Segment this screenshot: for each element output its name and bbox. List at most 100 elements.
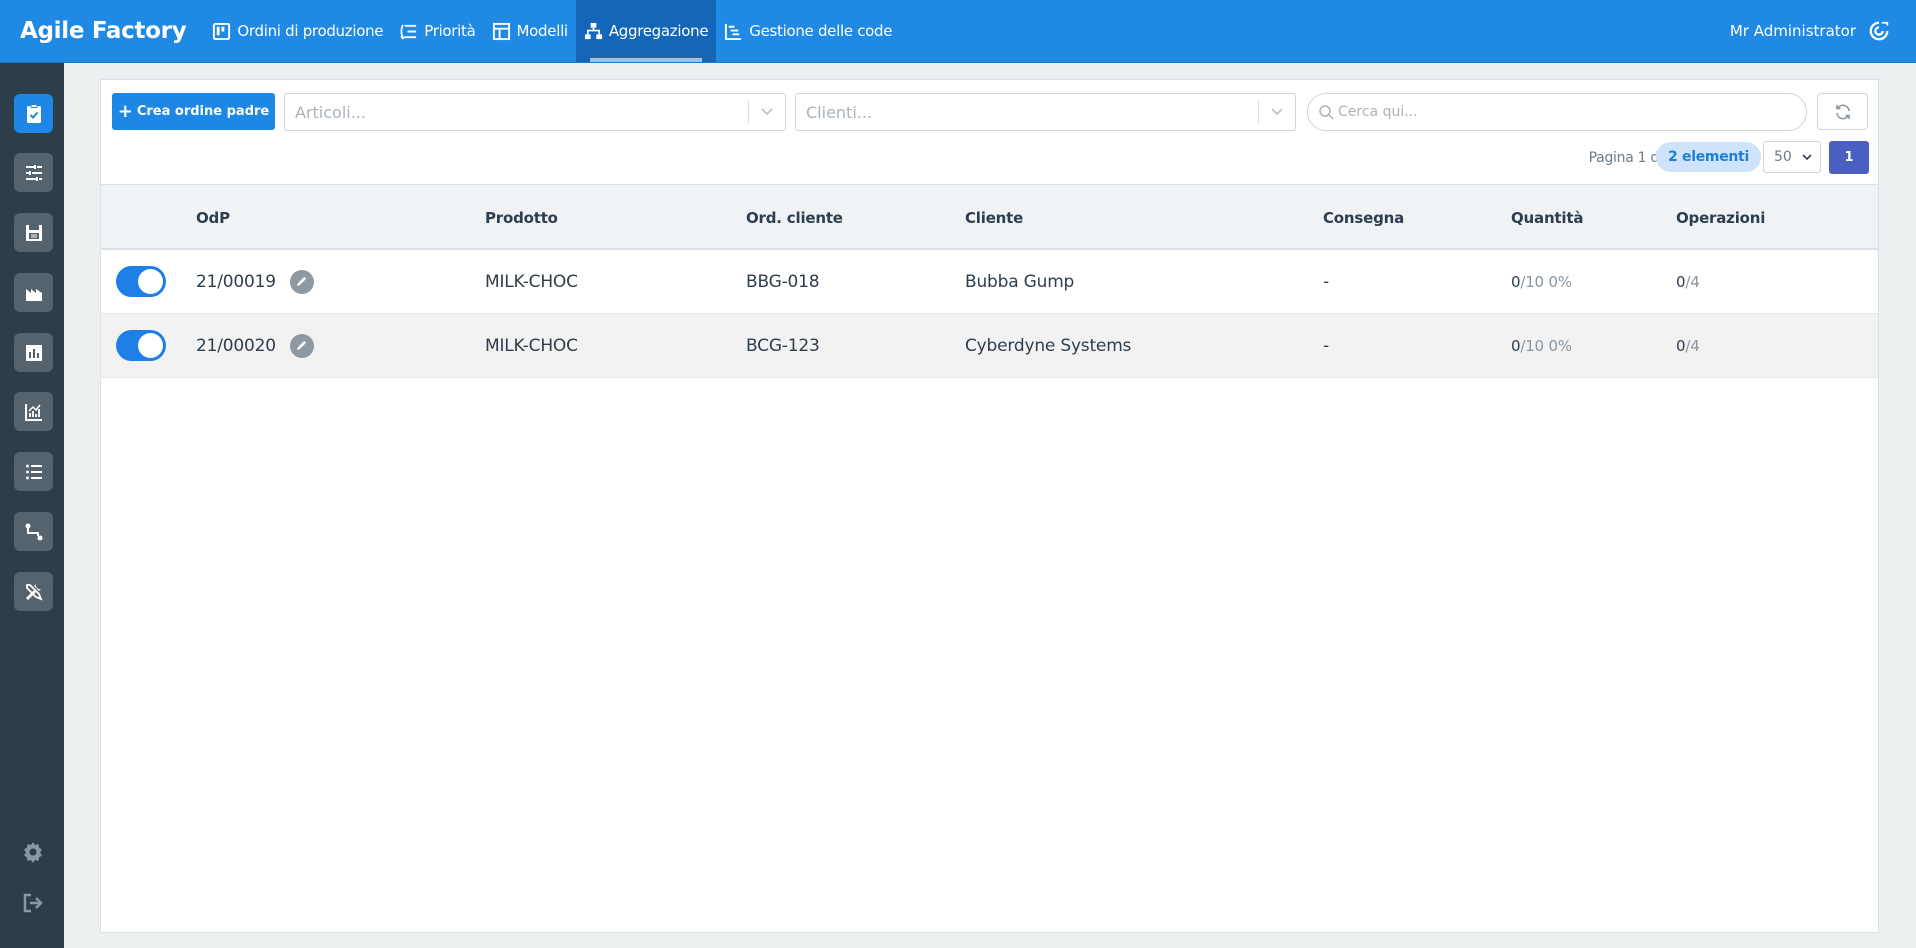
refresh-icon: [1835, 104, 1850, 119]
cell-consegna: -: [1323, 271, 1329, 292]
row-enable-toggle[interactable]: [116, 266, 166, 297]
logout-icon: [23, 893, 43, 913]
column-header-operazioni[interactable]: Operazioni: [1676, 185, 1765, 251]
user-area: Mr Administrator: [1730, 0, 1916, 62]
nav-label: Gestione delle code: [749, 22, 893, 40]
nav-item-priorita[interactable]: Priorità: [391, 0, 483, 62]
board-icon: [213, 22, 231, 40]
nav-item-modelli[interactable]: Modelli: [484, 0, 576, 62]
articoli-select[interactable]: Articoli...: [284, 93, 786, 131]
nav-label: Aggregazione: [608, 22, 709, 40]
nav-label: Modelli: [516, 22, 569, 40]
ops-done: 0: [1676, 336, 1686, 355]
sitemap-icon: [584, 22, 602, 39]
column-header-cliente[interactable]: Cliente: [965, 185, 1023, 251]
ops-total: /4: [1685, 336, 1700, 355]
cell-ord-cliente: BBG-018: [746, 271, 820, 292]
search-input[interactable]: [1338, 104, 1798, 120]
sidebar-item-list[interactable]: [14, 452, 53, 491]
pencil-icon: [297, 340, 307, 351]
edit-button[interactable]: [289, 269, 314, 294]
search-icon: [1319, 105, 1334, 120]
edit-button[interactable]: [289, 333, 314, 358]
column-header-consegna[interactable]: Consegna: [1323, 185, 1404, 251]
ops-total: /4: [1685, 272, 1700, 291]
line-chart-icon: [24, 403, 42, 421]
cell-prodotto: MILK-CHOC: [485, 335, 578, 356]
main-card: + Crea ordine padre Articoli... Clienti.…: [100, 79, 1879, 933]
cell-quantita: 0/10 0%: [1511, 250, 1572, 313]
chevron-down-icon: [1802, 153, 1812, 160]
cell-ord-cliente: BCG-123: [746, 335, 820, 356]
sidebar-item-factory[interactable]: [14, 273, 53, 312]
nav-item-ordini[interactable]: Ordini di produzione: [204, 0, 391, 62]
chevron-down-icon[interactable]: [1259, 108, 1295, 116]
column-header-prodotto[interactable]: Prodotto: [485, 185, 558, 251]
sidebar-item-bar-chart[interactable]: [14, 333, 53, 372]
plus-icon: +: [117, 100, 133, 122]
sliders-icon: [25, 164, 42, 181]
clienti-placeholder: Clienti...: [806, 102, 873, 122]
brand-swirl-icon[interactable]: [1868, 20, 1890, 42]
top-navbar: Agile Factory Ordini di produzione Prior…: [0, 0, 1916, 63]
column-header-odp[interactable]: OdP: [196, 185, 230, 251]
page-button-current[interactable]: 1: [1829, 141, 1869, 174]
toolbar: + Crea ordine padre Articoli... Clienti.…: [101, 80, 1878, 185]
table-header: OdP Prodotto Ord. cliente Cliente Conseg…: [101, 184, 1878, 250]
create-parent-order-button[interactable]: + Crea ordine padre: [112, 93, 275, 130]
create-button-label: Crea ordine padre: [136, 104, 270, 119]
bar-chart-icon: [25, 344, 42, 361]
column-header-ord-cliente[interactable]: Ord. cliente: [746, 185, 843, 251]
cell-operazioni: 0/4: [1676, 250, 1700, 313]
table-row[interactable]: 21/00019 MILK-CHOC BBG-018 Bubba Gump - …: [101, 250, 1878, 314]
search-box: [1307, 93, 1807, 131]
pencil-icon: [297, 276, 307, 287]
main-nav: Ordini di produzione Priorità Modelli Ag…: [204, 0, 900, 62]
ops-done: 0: [1676, 272, 1686, 291]
sidebar-item-settings-sliders[interactable]: [14, 153, 53, 192]
qty-total: /10 0%: [1520, 336, 1572, 355]
odp-value[interactable]: 21/00020: [196, 336, 276, 356]
per-page-select[interactable]: 50: [1763, 141, 1821, 173]
count-badge: 2 elementi: [1656, 142, 1761, 172]
cell-consegna: -: [1323, 335, 1329, 356]
articoli-placeholder: Articoli...: [295, 102, 366, 122]
priority-list-icon: [400, 24, 417, 40]
refresh-button[interactable]: [1817, 93, 1868, 130]
sidebar-item-orders[interactable]: [14, 94, 53, 133]
gantt-icon: [725, 23, 742, 40]
sidebar-item-tools[interactable]: [14, 572, 53, 611]
column-header-quantita[interactable]: Quantità: [1511, 185, 1583, 251]
sidebar-settings[interactable]: [19, 838, 47, 866]
nav-item-aggregazione[interactable]: Aggregazione: [575, 0, 717, 62]
nav-label: Ordini di produzione: [237, 22, 384, 40]
sidebar-logout[interactable]: [19, 889, 47, 917]
cell-operazioni: 0/4: [1676, 314, 1700, 377]
table-row[interactable]: 21/00020 MILK-CHOC BCG-123 Cyberdyne Sys…: [101, 314, 1878, 378]
qty-total: /10 0%: [1520, 272, 1572, 291]
gear-icon: [24, 842, 42, 863]
user-name[interactable]: Mr Administrator: [1730, 22, 1856, 40]
nav-item-code[interactable]: Gestione delle code: [716, 0, 900, 62]
per-page-value: 50: [1774, 149, 1792, 165]
qty-done: 0: [1511, 272, 1521, 291]
brand-logo[interactable]: Agile Factory: [0, 0, 204, 62]
cell-odp: 21/00019: [196, 250, 314, 313]
qty-done: 0: [1511, 336, 1521, 355]
factory-icon: [25, 288, 42, 301]
odp-value[interactable]: 21/00019: [196, 272, 276, 292]
clipboard-check-icon: [26, 103, 41, 123]
list-icon: [25, 464, 42, 479]
row-enable-toggle[interactable]: [116, 330, 166, 361]
nav-label: Priorità: [424, 22, 476, 40]
sidebar-item-line-chart[interactable]: [14, 392, 53, 431]
cell-odp: 21/00020: [196, 314, 314, 377]
cell-prodotto: MILK-CHOC: [485, 271, 578, 292]
clienti-select[interactable]: Clienti...: [795, 93, 1296, 131]
cell-quantita: 0/10 0%: [1511, 314, 1572, 377]
sidebar-item-calendar[interactable]: [14, 213, 53, 252]
tools-icon: [25, 583, 43, 601]
sidebar: [0, 63, 64, 948]
sidebar-item-route[interactable]: [14, 512, 53, 551]
chevron-down-icon[interactable]: [749, 108, 785, 116]
